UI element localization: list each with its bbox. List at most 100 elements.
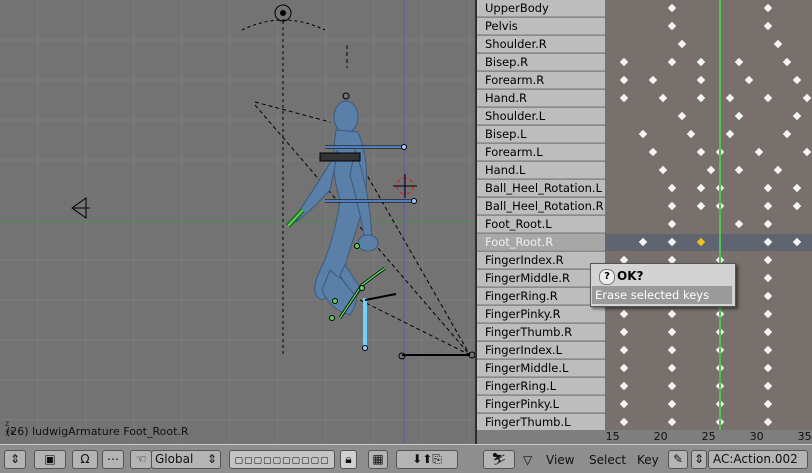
keyframe-row[interactable] bbox=[605, 0, 812, 17]
keyframe-marker[interactable] bbox=[763, 399, 773, 409]
keyframe-marker[interactable] bbox=[639, 129, 648, 139]
keyframe-marker[interactable] bbox=[667, 237, 677, 247]
keyframe-marker[interactable] bbox=[792, 237, 802, 247]
keyframe-row[interactable] bbox=[605, 90, 812, 107]
camera-icon[interactable] bbox=[71, 197, 90, 219]
keyframe-marker[interactable] bbox=[763, 363, 773, 373]
menu-key[interactable]: Key bbox=[637, 453, 659, 467]
orientation-select[interactable]: Global ⇕ bbox=[151, 450, 221, 469]
menu-view[interactable]: View bbox=[546, 453, 574, 467]
3d-viewport[interactable]: z yx (26) ludwigArmature Foot_Root.R bbox=[0, 0, 477, 444]
keyframe-row[interactable] bbox=[605, 108, 812, 125]
lamp-icon[interactable] bbox=[241, 4, 326, 355]
current-frame-line[interactable] bbox=[719, 0, 722, 430]
keyframe-marker[interactable] bbox=[763, 237, 773, 247]
keyframe-marker[interactable] bbox=[763, 201, 773, 211]
keyframe-row[interactable] bbox=[605, 54, 812, 71]
keyframe-marker[interactable] bbox=[783, 129, 792, 139]
collapse-menu-icon[interactable]: ▽ bbox=[523, 453, 532, 467]
channel-list[interactable]: UpperBody Pelvis Shoulder.R Bisep.R Forearm.… bbox=[477, 0, 605, 431]
render-button[interactable]: ▦ bbox=[368, 450, 388, 469]
keyframe-marker[interactable] bbox=[763, 93, 773, 103]
lock-layers-button[interactable]: 🔒︎ bbox=[340, 450, 357, 469]
keyframe-marker[interactable] bbox=[619, 417, 629, 427]
keyframe-marker[interactable] bbox=[667, 21, 677, 31]
channel-item[interactable]: FingerThumb.R bbox=[477, 324, 605, 341]
keyframe-marker[interactable] bbox=[735, 57, 744, 67]
channel-item[interactable]: Forearm.L bbox=[477, 144, 605, 161]
action-browse-button[interactable]: ⇕ bbox=[691, 450, 707, 469]
keyframe-marker[interactable] bbox=[763, 327, 773, 337]
channel-item[interactable]: Bisep.L bbox=[477, 126, 605, 143]
keyframe-marker[interactable] bbox=[639, 237, 648, 247]
keyframe-marker[interactable] bbox=[619, 327, 629, 337]
keyframe-marker[interactable] bbox=[763, 183, 773, 193]
keyframe-marker[interactable] bbox=[619, 75, 629, 85]
channel-item[interactable]: Bisep.R bbox=[477, 54, 605, 71]
channel-item[interactable]: FingerRing.L bbox=[477, 378, 605, 395]
menu-select[interactable]: Select bbox=[589, 453, 626, 467]
keyframe-marker[interactable] bbox=[667, 327, 677, 337]
keyframe-row[interactable] bbox=[605, 18, 812, 35]
keyframe-marker[interactable] bbox=[667, 57, 677, 67]
keyframe-marker[interactable] bbox=[696, 57, 706, 67]
keyframe-row[interactable] bbox=[605, 144, 812, 161]
channel-item[interactable]: FingerMiddle.R bbox=[477, 270, 605, 287]
keyframe-marker[interactable] bbox=[763, 21, 773, 31]
keyframe-row[interactable] bbox=[605, 360, 812, 377]
keyframe-marker[interactable] bbox=[696, 75, 706, 85]
keyframe-marker[interactable] bbox=[667, 219, 677, 229]
keyframe-marker[interactable] bbox=[725, 93, 735, 103]
keyframe-row[interactable] bbox=[605, 324, 812, 341]
keyframe-marker[interactable] bbox=[706, 165, 715, 175]
keyframe-marker[interactable] bbox=[735, 165, 744, 175]
action-editor-type-button[interactable]: ⛷ bbox=[483, 450, 515, 469]
keyframe-marker[interactable] bbox=[792, 201, 802, 211]
channel-item[interactable]: FingerThumb.L bbox=[477, 414, 605, 431]
keyframe-row[interactable] bbox=[605, 234, 812, 251]
channel-item[interactable]: Pelvis bbox=[477, 18, 605, 35]
frame-ruler[interactable]: 15 20 25 30 35 bbox=[477, 430, 812, 444]
keyframe-marker[interactable] bbox=[667, 309, 677, 319]
channel-item[interactable]: Ball_Heel_Rotation.L bbox=[477, 180, 605, 197]
3d-cursor-icon[interactable] bbox=[393, 174, 417, 198]
keyframe-marker[interactable] bbox=[667, 3, 677, 13]
channel-item[interactable]: FingerRing.R bbox=[477, 288, 605, 305]
keyframe-row[interactable] bbox=[605, 126, 812, 143]
keyframe-marker[interactable] bbox=[667, 381, 677, 391]
keyframe-marker[interactable] bbox=[792, 75, 802, 85]
keyframe-row[interactable] bbox=[605, 342, 812, 359]
keyframe-row[interactable] bbox=[605, 216, 812, 233]
pivot-selector[interactable]: ⋯ bbox=[102, 450, 124, 469]
keyframe-marker[interactable] bbox=[658, 165, 667, 175]
keyframe-row[interactable] bbox=[605, 180, 812, 197]
keyframe-marker[interactable] bbox=[667, 345, 677, 355]
keyframe-marker[interactable] bbox=[687, 129, 696, 139]
keyframe-marker[interactable] bbox=[667, 417, 677, 427]
keyframe-marker[interactable] bbox=[802, 147, 811, 157]
keyframe-marker[interactable] bbox=[763, 381, 773, 391]
keyframe-marker[interactable] bbox=[667, 183, 677, 193]
keyframe-marker[interactable] bbox=[677, 39, 687, 49]
channel-item[interactable]: Hand.R bbox=[477, 90, 605, 107]
keyframe-marker[interactable] bbox=[773, 39, 783, 49]
channel-item[interactable]: Ball_Heel_Rotation.R bbox=[477, 198, 605, 215]
keyframe-marker[interactable] bbox=[735, 111, 744, 121]
keyframe-marker[interactable] bbox=[744, 75, 754, 85]
keyframe-marker[interactable] bbox=[754, 147, 763, 157]
channel-item[interactable]: FingerPinky.L bbox=[477, 396, 605, 413]
keyframe-marker[interactable] bbox=[696, 201, 706, 211]
keyframe-marker[interactable] bbox=[735, 219, 744, 229]
channel-item[interactable]: FingerIndex.R bbox=[477, 252, 605, 269]
keyframe-marker[interactable] bbox=[773, 165, 783, 175]
keyframe-marker[interactable] bbox=[648, 75, 658, 85]
channel-item[interactable]: Foot_Root.L bbox=[477, 216, 605, 233]
keyframe-marker[interactable] bbox=[763, 309, 773, 319]
keyframe-marker[interactable] bbox=[667, 399, 677, 409]
keyframe-marker[interactable] bbox=[696, 237, 706, 247]
keyframe-marker[interactable] bbox=[802, 93, 811, 103]
editor-type-button[interactable]: ⇕ bbox=[4, 450, 26, 469]
channel-item[interactable]: Shoulder.L bbox=[477, 108, 605, 125]
keyframe-marker[interactable] bbox=[619, 93, 629, 103]
keyframe-marker[interactable] bbox=[696, 147, 706, 157]
